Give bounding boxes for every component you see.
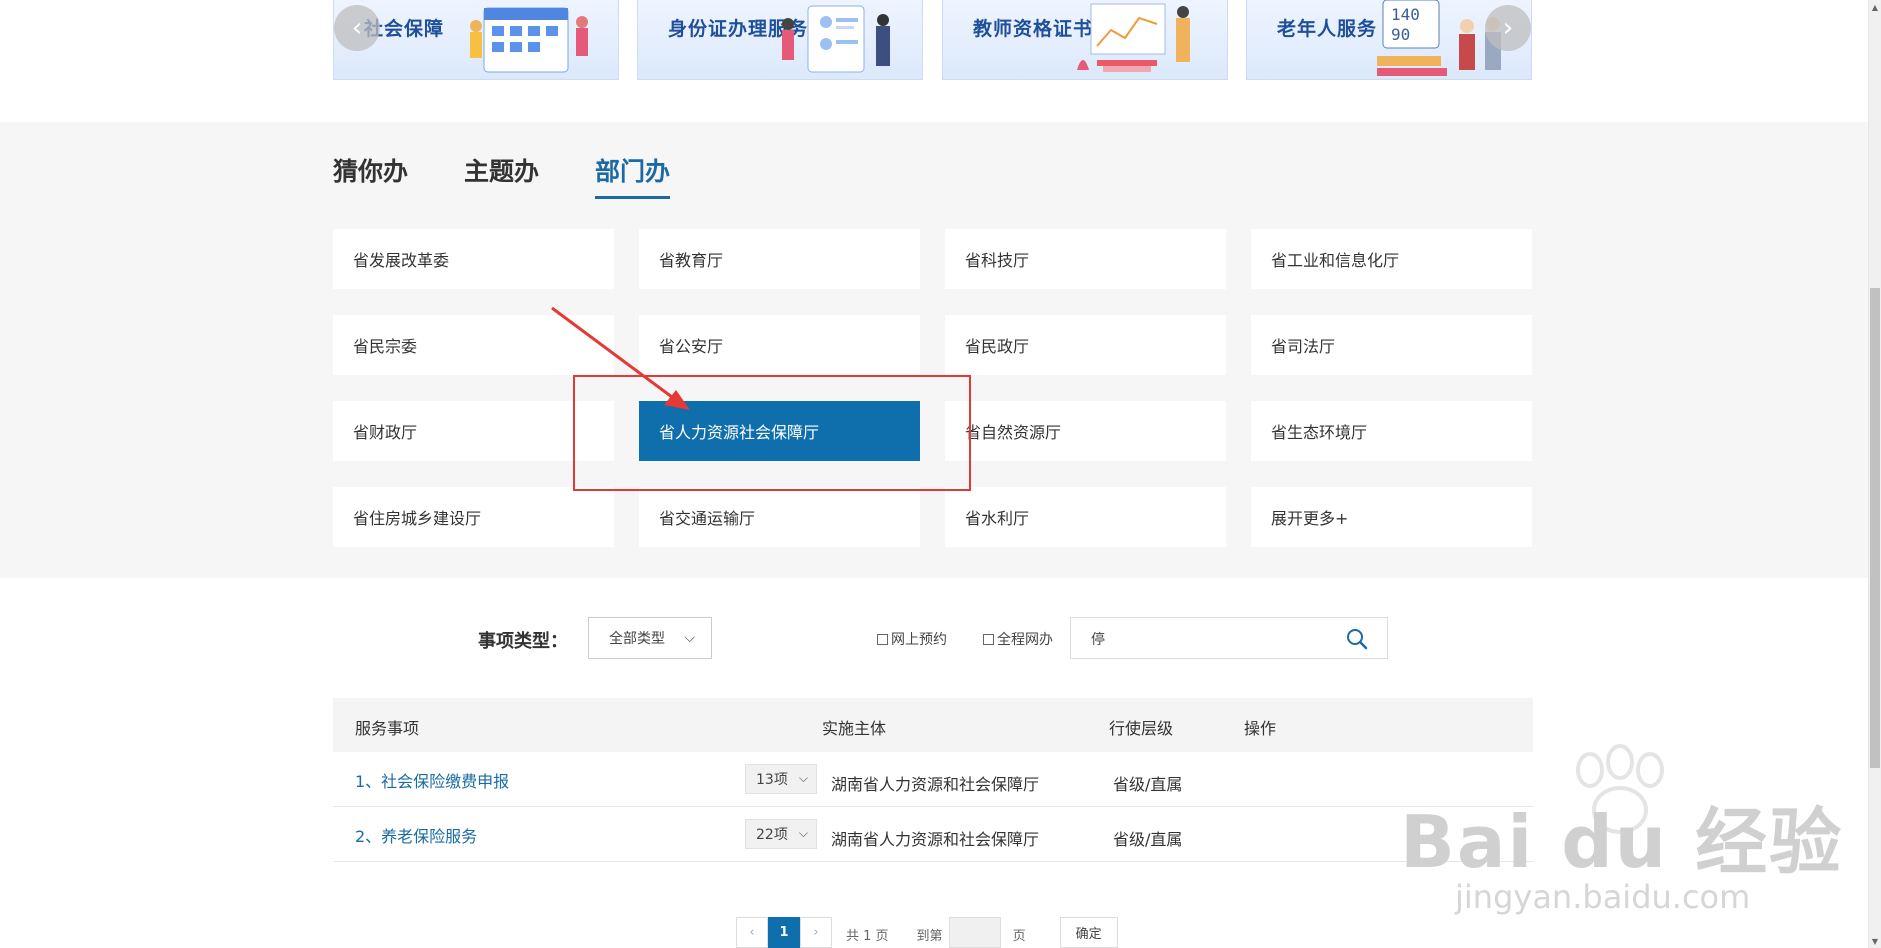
pagination-page-unit: 页 xyxy=(1012,929,1026,944)
pagination-goto-label: 到第 xyxy=(916,929,943,944)
search-box xyxy=(1070,617,1388,659)
dept-item-development-reform[interactable]: 省发展改革委 xyxy=(333,229,614,289)
implementer-text: 湖南省人力资源和社会保障厅 xyxy=(831,830,1040,849)
scroll-thumb[interactable] xyxy=(1870,288,1880,768)
online-booking-checkbox[interactable]: 网上预约 xyxy=(877,629,947,649)
art-number-top: 140 xyxy=(1391,5,1420,24)
filter-bar: 事项类型： 全部类型 ⌵ 网上预约 全程网办 xyxy=(0,617,1869,659)
chart-illustration-icon xyxy=(1077,3,1190,72)
checkbox-box[interactable] xyxy=(983,633,994,645)
pagination-page-button[interactable]: 1 xyxy=(768,917,800,948)
service-link[interactable]: 1、社会保险缴费申报 xyxy=(355,768,509,792)
level-text: 省级/直属 xyxy=(1113,775,1183,794)
full-online-checkbox[interactable]: 全程网办 xyxy=(983,629,1053,649)
sub-item-count: 13项 xyxy=(756,772,788,788)
sub-item-count: 22项 xyxy=(756,827,788,843)
watermark-brand: Bai du 经验 xyxy=(1400,800,1844,884)
col-header-service: 服务事项 xyxy=(355,719,420,738)
banner-card-title: 老年人服务 xyxy=(1277,18,1378,40)
vertical-scrollbar[interactable]: ▲ ▼ xyxy=(1868,0,1881,948)
item-type-value: 全部类型 xyxy=(609,631,665,647)
dept-item-finance[interactable]: 省财政厅 xyxy=(333,401,614,461)
tab-theme[interactable]: 主题办 xyxy=(464,152,539,199)
pagination-page-input[interactable] xyxy=(948,917,1001,948)
carousel-next-button[interactable]: › xyxy=(1485,5,1531,51)
tab-department[interactable]: 部门办 xyxy=(595,152,671,199)
tab-guess[interactable]: 猜你办 xyxy=(333,152,408,199)
pagination: ‹ 1 › 共 1 页 到第 页 确定 xyxy=(736,917,1118,948)
table-row: 2、养老保险服务 22项 ⌵ 湖南省人力资源和社会保障厅 省级/直属 xyxy=(333,807,1533,862)
search-input[interactable] xyxy=(1089,628,1323,650)
col-header-implementer: 实施主体 xyxy=(822,719,887,738)
dept-item-water-resources[interactable]: 省水利厅 xyxy=(945,487,1226,547)
implementer-text: 湖南省人力资源和社会保障厅 xyxy=(831,775,1040,794)
chevron-down-icon: ⌵ xyxy=(684,630,695,646)
item-type-label: 事项类型： xyxy=(478,631,568,652)
chevron-down-icon: ⌵ xyxy=(798,826,808,840)
dept-item-expand-more[interactable]: 展开更多+ xyxy=(1251,487,1532,547)
level-text: 省级/直属 xyxy=(1113,830,1183,849)
dept-item-education[interactable]: 省教育厅 xyxy=(639,229,920,289)
banner-card-id-card[interactable]: 身份证办理服务 xyxy=(637,0,923,80)
col-header-action: 操作 xyxy=(1244,719,1277,738)
dept-item-ecology-environment[interactable]: 省生态环境厅 xyxy=(1251,401,1532,461)
scroll-down-icon[interactable]: ▼ xyxy=(1869,934,1881,948)
table-header: 服务事项 实施主体 行使层级 操作 xyxy=(333,698,1533,752)
dept-item-ethnic-religion[interactable]: 省民宗委 xyxy=(333,315,614,375)
sub-item-count-dropdown[interactable]: 22项 ⌵ xyxy=(745,819,817,849)
dept-item-housing-construction[interactable]: 省住房城乡建设厅 xyxy=(333,487,614,547)
chevron-left-icon: ‹ xyxy=(351,13,363,43)
id-card-illustration-icon xyxy=(782,5,890,73)
online-booking-label: 网上预约 xyxy=(891,632,947,648)
full-online-label: 全程网办 xyxy=(997,632,1053,648)
dept-item-natural-resources[interactable]: 省自然资源厅 xyxy=(945,401,1226,461)
pagination-prev-button[interactable]: ‹ xyxy=(736,917,768,948)
checkbox-box[interactable] xyxy=(877,633,888,645)
search-icon[interactable] xyxy=(1345,627,1369,651)
dept-item-industry-it[interactable]: 省工业和信息化厅 xyxy=(1251,229,1532,289)
carousel-prev-button[interactable]: ‹ xyxy=(334,5,380,51)
chevron-right-icon: › xyxy=(1502,13,1514,43)
dept-item-transport[interactable]: 省交通运输厅 xyxy=(639,487,920,547)
page: 社会保障 身份证办理服务 教师资格证书服务 老年人服务 140 90 ‹ › 猜… xyxy=(0,0,1881,948)
chevron-down-icon: ⌵ xyxy=(798,771,808,785)
table-row: 1、社会保险缴费申报 13项 ⌵ 湖南省人力资源和社会保障厅 省级/直属 xyxy=(333,752,1533,807)
service-tabs: 猜你办 主题办 部门办 xyxy=(333,152,671,199)
sub-item-count-dropdown[interactable]: 13项 ⌵ xyxy=(745,764,817,794)
service-link[interactable]: 2、养老保险服务 xyxy=(355,823,477,847)
department-section: 猜你办 主题办 部门办 省发展改革委 省教育厅 省科技厅 省工业和信息化厅 省民… xyxy=(0,122,1869,578)
dept-item-justice[interactable]: 省司法厅 xyxy=(1251,315,1532,375)
service-banner: 社会保障 身份证办理服务 教师资格证书服务 老年人服务 140 90 ‹ › xyxy=(0,0,1869,122)
pagination-confirm-button[interactable]: 确定 xyxy=(1059,917,1118,948)
col-header-level: 行使层级 xyxy=(1109,719,1174,738)
chevron-right-icon: › xyxy=(813,925,819,940)
annotation-highlight-box xyxy=(573,375,971,491)
scroll-up-icon[interactable]: ▲ xyxy=(1869,0,1881,14)
service-table: 服务事项 实施主体 行使层级 操作 1、社会保险缴费申报 13项 ⌵ 湖南省人力… xyxy=(333,698,1533,862)
chevron-left-icon: ‹ xyxy=(749,925,755,940)
dept-item-science[interactable]: 省科技厅 xyxy=(945,229,1226,289)
item-type-select[interactable]: 全部类型 ⌵ xyxy=(588,617,712,659)
pagination-total: 共 1 页 xyxy=(846,929,889,944)
calendar-illustration-icon xyxy=(470,7,588,73)
dept-item-public-security[interactable]: 省公安厅 xyxy=(639,315,920,375)
banner-card-teacher-certificate[interactable]: 教师资格证书服务 xyxy=(942,0,1228,80)
pagination-next-button[interactable]: › xyxy=(800,917,832,948)
watermark-url: jingyan.baidu.com xyxy=(1455,878,1751,916)
dept-item-civil-affairs[interactable]: 省民政厅 xyxy=(945,315,1226,375)
art-number-bottom: 90 xyxy=(1391,25,1410,44)
